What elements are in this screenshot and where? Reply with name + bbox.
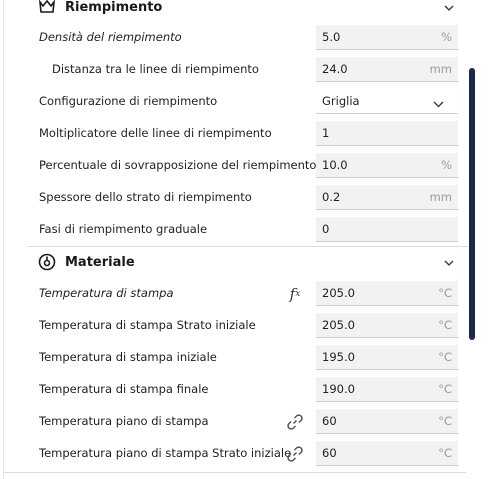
vertical-scrollbar[interactable] <box>469 68 475 340</box>
infill-density-input[interactable]: 5.0 % <box>316 25 458 50</box>
field-value: 60 <box>322 446 337 460</box>
chevron-down-icon <box>433 97 444 111</box>
material-spool-icon <box>36 251 58 273</box>
field-unit: °C <box>438 446 452 460</box>
field-unit: °C <box>438 350 452 364</box>
setting-row-final-print-temperature: Temperatura di stampa finale 190.0 °C <box>0 377 480 403</box>
setting-label: Temperatura di stampa finale <box>39 382 209 396</box>
infill-section-title: Riempimento <box>65 0 163 15</box>
link-icon[interactable] <box>285 444 305 464</box>
print-settings-panel: Riempimento Densità del riempimento 5.0 … <box>0 0 491 479</box>
setting-row-infill-line-multiplier: Moltiplicatore delle linee di riempiment… <box>0 121 480 147</box>
material-section-header[interactable]: Materiale <box>28 247 468 277</box>
setting-row-infill-pattern: Configurazione di riempimento Griglia <box>0 89 480 115</box>
print-temperature-initial-layer-input[interactable]: 205.0 °C <box>316 313 458 338</box>
bottom-divider <box>4 472 466 473</box>
field-unit: °C <box>438 382 452 396</box>
infill-layer-thickness-input[interactable]: 0.2 mm <box>316 185 458 210</box>
setting-row-infill-layer-thickness: Spessore dello strato di riempimento 0.2… <box>0 185 480 211</box>
build-plate-temperature-initial-layer-input[interactable]: 60 °C <box>316 441 458 466</box>
final-print-temperature-input[interactable]: 190.0 °C <box>316 377 458 402</box>
field-unit: % <box>441 30 452 44</box>
initial-print-temperature-input[interactable]: 195.0 °C <box>316 345 458 370</box>
field-unit: °C <box>438 286 452 300</box>
infill-icon <box>36 0 58 18</box>
setting-row-build-plate-temperature-initial-layer: Temperatura piano di stampa Strato inizi… <box>0 441 480 467</box>
setting-row-infill-line-distance: Distanza tra le linee di riempimento 24.… <box>0 57 480 83</box>
field-unit: mm <box>429 190 452 204</box>
field-value: 195.0 <box>322 350 355 364</box>
field-value: 1 <box>322 126 330 140</box>
field-value: 190.0 <box>322 382 355 396</box>
setting-row-initial-print-temperature: Temperatura di stampa iniziale 195.0 °C <box>0 345 480 371</box>
setting-label: Temperatura piano di stampa Strato inizi… <box>39 446 292 460</box>
setting-label: Densità del riempimento <box>39 30 182 44</box>
setting-label: Spessore dello strato di riempimento <box>39 190 252 204</box>
setting-row-infill-overlap: Percentuale di sovrapposizione del riemp… <box>0 153 480 179</box>
field-value: 205.0 <box>322 286 355 300</box>
infill-pattern-select[interactable]: Griglia <box>316 89 458 114</box>
setting-label: Distanza tra le linee di riempimento <box>52 62 259 76</box>
field-unit: °C <box>438 318 452 332</box>
print-temperature-input[interactable]: 205.0 °C <box>316 281 458 306</box>
chevron-down-icon[interactable] <box>444 0 454 14</box>
setting-label: Temperatura di stampa Strato iniziale <box>39 318 256 332</box>
field-unit: °C <box>438 414 452 428</box>
field-value: 5.0 <box>322 30 341 44</box>
setting-row-build-plate-temperature: Temperatura piano di stampa 60 °C <box>0 409 480 435</box>
setting-label: Fasi di riempimento graduale <box>39 222 208 236</box>
infill-line-multiplier-input[interactable]: 1 <box>316 121 458 146</box>
field-value: 24.0 <box>322 62 348 76</box>
infill-overlap-input[interactable]: 10.0 % <box>316 153 458 178</box>
material-section-title: Materiale <box>65 254 135 270</box>
setting-label: Moltiplicatore delle linee di riempiment… <box>39 126 272 140</box>
function-icon[interactable]: fx <box>285 284 305 304</box>
infill-line-distance-input[interactable]: 24.0 mm <box>316 57 458 82</box>
field-value: 0.2 <box>322 190 341 204</box>
field-unit: mm <box>429 62 452 76</box>
setting-row-gradual-infill-steps: Fasi di riempimento graduale 0 <box>0 217 480 243</box>
setting-label: Temperatura di stampa iniziale <box>39 350 217 364</box>
setting-label: Temperatura piano di stampa <box>39 414 209 428</box>
link-icon[interactable] <box>285 412 305 432</box>
chevron-down-icon[interactable] <box>444 255 454 269</box>
gradual-infill-steps-input[interactable]: 0 <box>316 217 458 242</box>
setting-row-infill-density: Densità del riempimento 5.0 % <box>0 25 480 51</box>
setting-row-print-temperature: Temperatura di stampa fx 205.0 °C <box>0 281 480 307</box>
field-unit: % <box>441 158 452 172</box>
build-plate-temperature-input[interactable]: 60 °C <box>316 409 458 434</box>
field-value: 10.0 <box>322 158 348 172</box>
infill-section-header[interactable]: Riempimento <box>28 0 468 22</box>
field-value: Griglia <box>322 94 360 108</box>
field-value: 0 <box>322 222 330 236</box>
field-value: 205.0 <box>322 318 355 332</box>
setting-label: Percentuale di sovrapposizione del riemp… <box>39 158 317 172</box>
setting-label: Configurazione di riempimento <box>39 94 218 108</box>
field-value: 60 <box>322 414 337 428</box>
setting-row-print-temperature-initial-layer: Temperatura di stampa Strato iniziale 20… <box>0 313 480 339</box>
setting-label: Temperatura di stampa <box>39 286 174 300</box>
